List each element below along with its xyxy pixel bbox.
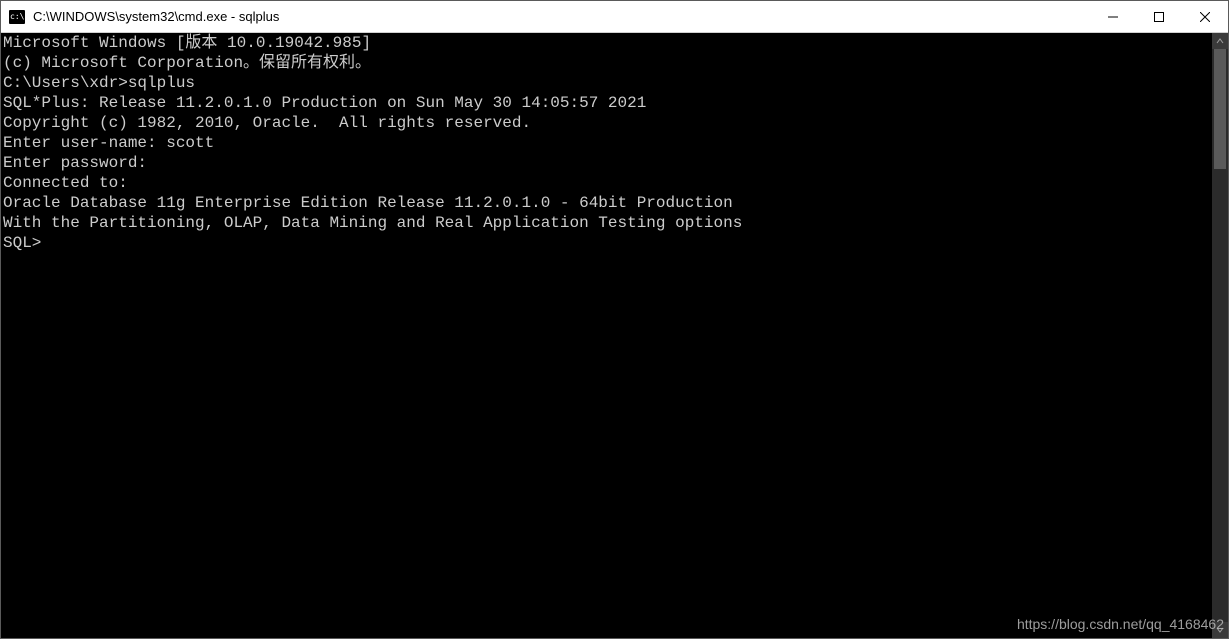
chevron-up-icon [1216,37,1224,45]
close-button[interactable] [1182,1,1228,32]
terminal-line: Connected to: [3,173,1212,193]
scrollbar-thumb[interactable] [1214,49,1226,169]
terminal-line: Microsoft Windows [版本 10.0.19042.985] [3,33,1212,53]
cmd-icon [9,10,25,24]
scroll-down-button[interactable] [1212,622,1228,638]
terminal-line: With the Partitioning, OLAP, Data Mining… [3,213,1212,233]
terminal-line: Enter user-name: scott [3,133,1212,153]
maximize-icon [1154,12,1164,22]
terminal-line: Enter password: [3,153,1212,173]
scroll-up-button[interactable] [1212,33,1228,49]
terminal-line: SQL> [3,233,1212,253]
window-title: C:\WINDOWS\system32\cmd.exe - sqlplus [33,9,279,24]
terminal-line: SQL*Plus: Release 11.2.0.1.0 Production … [3,93,1212,113]
window-controls [1090,1,1228,32]
close-icon [1200,12,1210,22]
terminal-line: Copyright (c) 1982, 2010, Oracle. All ri… [3,113,1212,133]
titlebar[interactable]: C:\WINDOWS\system32\cmd.exe - sqlplus [1,1,1228,33]
terminal-line: Oracle Database 11g Enterprise Edition R… [3,193,1212,213]
terminal-container: Microsoft Windows [版本 10.0.19042.985](c)… [1,33,1228,638]
terminal-line: (c) Microsoft Corporation。保留所有权利。 [3,53,1212,73]
app-window: C:\WINDOWS\system32\cmd.exe - sqlplus Mi… [0,0,1229,639]
minimize-icon [1108,12,1118,22]
terminal-line: C:\Users\xdr>sqlplus [3,73,1212,93]
minimize-button[interactable] [1090,1,1136,32]
terminal-output[interactable]: Microsoft Windows [版本 10.0.19042.985](c)… [1,33,1212,638]
chevron-down-icon [1216,626,1224,634]
vertical-scrollbar[interactable] [1212,33,1228,638]
maximize-button[interactable] [1136,1,1182,32]
